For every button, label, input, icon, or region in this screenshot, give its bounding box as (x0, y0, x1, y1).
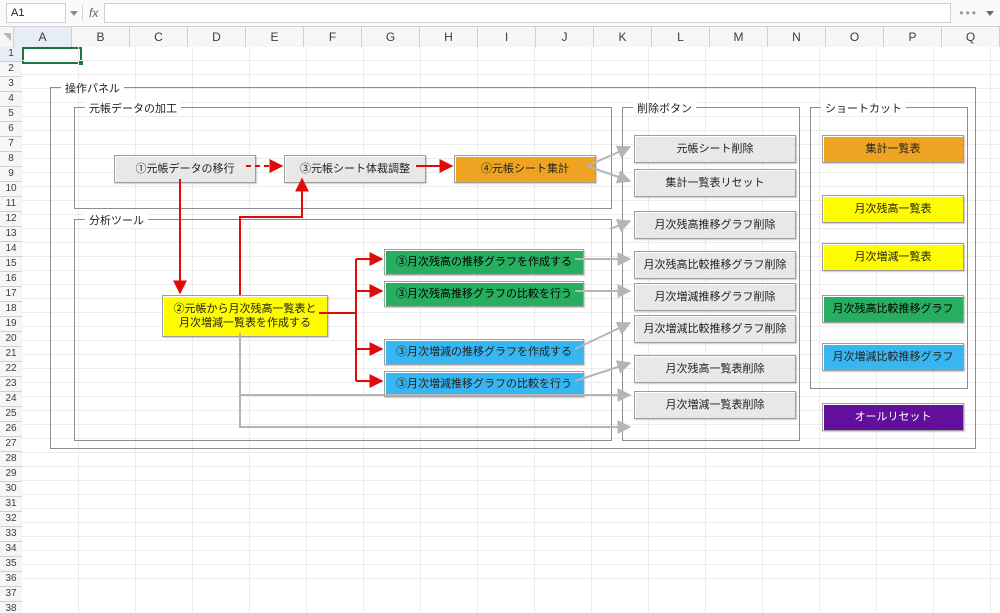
graph-balance-create-button[interactable]: ③月次残高の推移グラフを作成する (384, 249, 584, 275)
row-header[interactable]: 29 (0, 467, 22, 482)
column-header[interactable]: L (652, 27, 710, 47)
row-header[interactable]: 2 (0, 62, 22, 77)
shortcut-button[interactable]: 月次残高比較推移グラフ (822, 295, 964, 323)
separator (82, 5, 83, 21)
row-header[interactable]: 17 (0, 287, 22, 302)
row-header[interactable]: 30 (0, 482, 22, 497)
row-header[interactable]: 21 (0, 347, 22, 362)
column-header[interactable]: D (188, 27, 246, 47)
column-header[interactable]: E (246, 27, 304, 47)
column-header[interactable]: B (72, 27, 130, 47)
column-header[interactable]: P (884, 27, 942, 47)
row-header[interactable]: 3 (0, 77, 22, 92)
row-header[interactable]: 36 (0, 572, 22, 587)
shortcut-button[interactable]: 集計一覧表 (822, 135, 964, 163)
column-header[interactable]: A (14, 27, 72, 47)
step1-button[interactable]: ①元帳データの移行 (114, 155, 256, 183)
panel-delete-legend: 削除ボタン (633, 100, 696, 116)
row-header[interactable]: 33 (0, 527, 22, 542)
delete-button[interactable]: 月次残高推移グラフ削除 (634, 211, 796, 239)
formula-bar: A1 fx ••• (0, 0, 1000, 27)
analysis-core-button[interactable]: ②元帳から月次残高一覧表と 月次増減一覧表を作成する (162, 295, 328, 337)
delete-button[interactable]: 月次残高一覧表削除 (634, 355, 796, 383)
row-header[interactable]: 12 (0, 212, 22, 227)
row-header[interactable]: 37 (0, 587, 22, 602)
panel-analysis-legend: 分析ツール (85, 212, 148, 228)
step4-button[interactable]: ④元帳シート集計 (454, 155, 596, 183)
row-header[interactable]: 18 (0, 302, 22, 317)
column-header[interactable]: C (130, 27, 188, 47)
column-header[interactable]: J (536, 27, 594, 47)
row-header[interactable]: 32 (0, 512, 22, 527)
row-header[interactable]: 6 (0, 122, 22, 137)
column-header[interactable]: O (826, 27, 884, 47)
column-header[interactable]: G (362, 27, 420, 47)
column-headers: ABCDEFGHIJKLMNOPQ (0, 27, 1000, 48)
name-box[interactable]: A1 (6, 3, 66, 23)
column-header[interactable]: I (478, 27, 536, 47)
graph-balance-compare-button[interactable]: ③月次残高推移グラフの比較を行う (384, 281, 584, 307)
row-header[interactable]: 5 (0, 107, 22, 122)
graph-change-compare-button[interactable]: ③月次増減推移グラフの比較を行う (384, 371, 584, 397)
row-header[interactable]: 8 (0, 152, 22, 167)
row-header[interactable]: 20 (0, 332, 22, 347)
shortcut-button[interactable]: 月次増減一覧表 (822, 243, 964, 271)
row-header[interactable]: 35 (0, 557, 22, 572)
row-header[interactable]: 14 (0, 242, 22, 257)
row-header[interactable]: 13 (0, 227, 22, 242)
shortcut-button[interactable]: 月次増減比較推移グラフ (822, 343, 964, 371)
row-header[interactable]: 11 (0, 197, 22, 212)
panel-data-legend: 元帳データの加工 (85, 100, 181, 116)
row-header[interactable]: 27 (0, 437, 22, 452)
all-reset-button[interactable]: オールリセット (822, 403, 964, 431)
row-header[interactable]: 26 (0, 422, 22, 437)
name-box-dropdown-icon[interactable] (70, 11, 78, 16)
row-header[interactable]: 16 (0, 272, 22, 287)
step3-button[interactable]: ③元帳シート体裁調整 (284, 155, 426, 183)
delete-button[interactable]: 集計一覧表リセット (634, 169, 796, 197)
delete-button[interactable]: 月次増減推移グラフ削除 (634, 283, 796, 311)
delete-button[interactable]: 月次残高比較推移グラフ削除 (634, 251, 796, 279)
select-all-cell[interactable] (0, 27, 14, 47)
delete-button[interactable]: 月次増減一覧表削除 (634, 391, 796, 419)
row-header[interactable]: 34 (0, 542, 22, 557)
shortcut-button[interactable]: 月次残高一覧表 (822, 195, 964, 223)
column-header[interactable]: H (420, 27, 478, 47)
spreadsheet: ABCDEFGHIJKLMNOPQ 1234567891011121314151… (0, 27, 1000, 613)
column-header[interactable]: Q (942, 27, 1000, 47)
row-header[interactable]: 31 (0, 497, 22, 512)
select-all-icon (3, 33, 11, 41)
column-header[interactable]: N (768, 27, 826, 47)
row-header[interactable]: 7 (0, 137, 22, 152)
expand-formula-bar-icon[interactable] (986, 11, 994, 16)
panel-main-legend: 操作パネル (61, 80, 124, 96)
row-header[interactable]: 22 (0, 362, 22, 377)
row-header[interactable]: 19 (0, 317, 22, 332)
row-header[interactable]: 24 (0, 392, 22, 407)
more-icon[interactable]: ••• (955, 6, 982, 20)
column-header[interactable]: K (594, 27, 652, 47)
row-header[interactable]: 28 (0, 452, 22, 467)
row-header[interactable]: 25 (0, 407, 22, 422)
panel-shortcut-legend: ショートカット (821, 100, 906, 116)
column-header[interactable]: M (710, 27, 768, 47)
row-header[interactable]: 23 (0, 377, 22, 392)
row-header[interactable]: 1 (0, 47, 22, 62)
diagram-canvas: 操作パネル 元帳データの加工 削除ボタン ショートカット 分析ツール ①元帳デー… (22, 47, 1000, 613)
graph-change-create-button[interactable]: ③月次増減の推移グラフを作成する (384, 339, 584, 365)
row-header[interactable]: 10 (0, 182, 22, 197)
row-headers: 1234567891011121314151617181920212223242… (0, 47, 23, 613)
delete-button[interactable]: 月次増減比較推移グラフ削除 (634, 315, 796, 343)
row-header[interactable]: 9 (0, 167, 22, 182)
row-header[interactable]: 4 (0, 92, 22, 107)
delete-button[interactable]: 元帳シート削除 (634, 135, 796, 163)
fx-icon[interactable]: fx (87, 6, 100, 20)
formula-input[interactable] (104, 3, 951, 23)
column-header[interactable]: F (304, 27, 362, 47)
row-header[interactable]: 15 (0, 257, 22, 272)
